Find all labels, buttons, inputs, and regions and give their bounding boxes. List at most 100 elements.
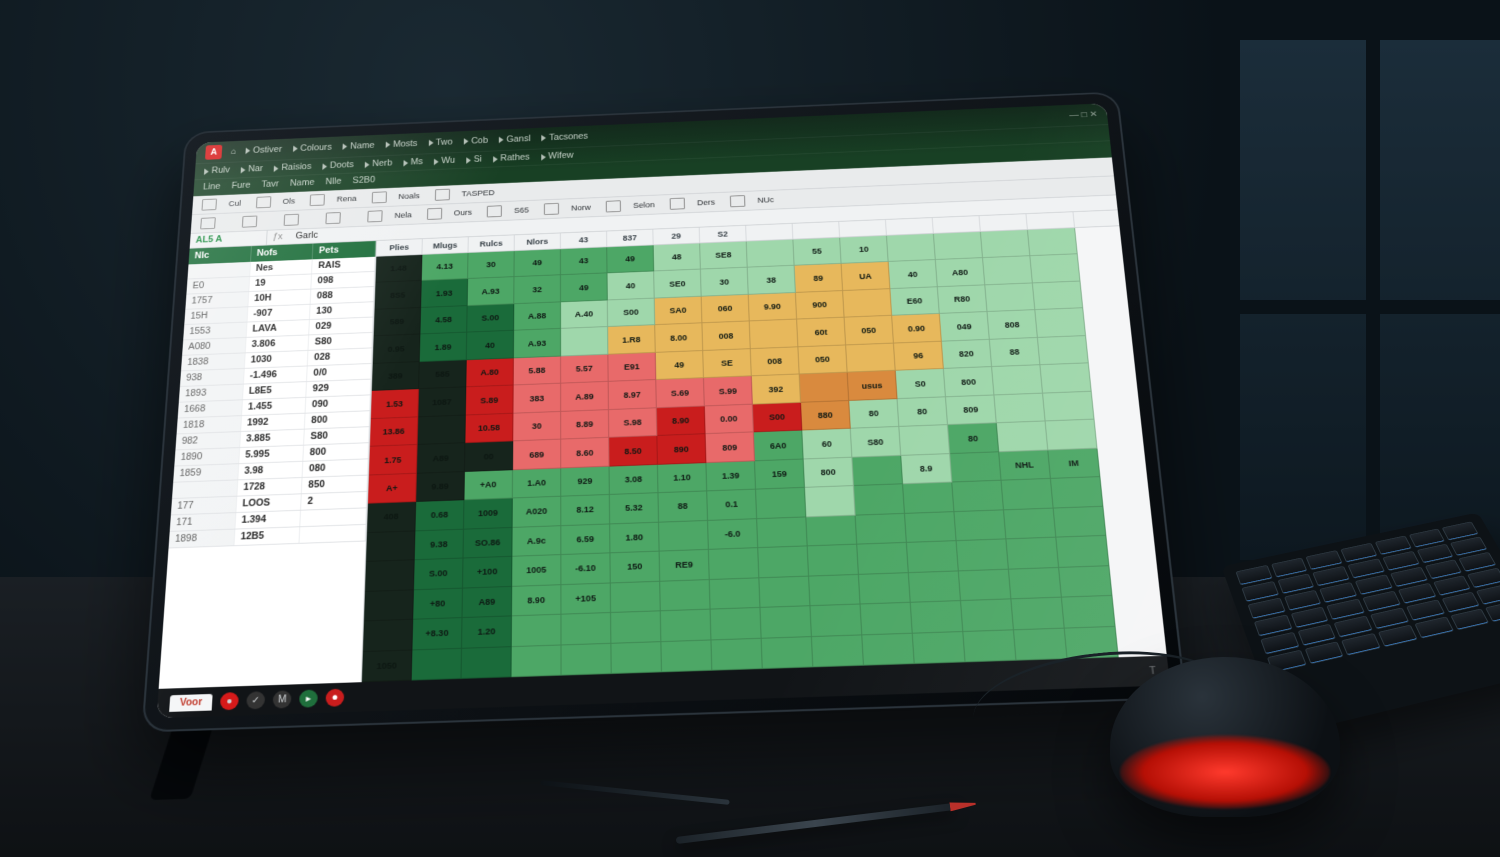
heatmap-cell[interactable]: 929 (561, 466, 610, 496)
column-header[interactable] (980, 214, 1028, 231)
heatmap-cell[interactable]: R80 (938, 285, 988, 314)
heatmap-cell[interactable] (1056, 536, 1109, 568)
column-header[interactable]: S2 (700, 226, 747, 243)
cell[interactable]: 098 (312, 272, 375, 289)
heatmap-cell[interactable] (994, 393, 1045, 423)
heatmap-cell[interactable]: 800 (804, 457, 854, 488)
heatmap-cell[interactable] (659, 521, 709, 552)
cell[interactable] (300, 525, 366, 543)
heatmap-cell[interactable]: 1.75 (369, 445, 418, 475)
menu-item[interactable]: Nar (241, 164, 264, 174)
heatmap-cell[interactable] (1040, 364, 1091, 394)
heatmap-cell[interactable] (983, 256, 1033, 285)
heatmap-cell[interactable]: 8.97 (609, 380, 657, 410)
heatmap-cell[interactable]: 585 (419, 360, 467, 389)
cell[interactable]: 1859 (173, 464, 239, 482)
heatmap-cell[interactable] (805, 486, 856, 517)
cell[interactable]: 1898 (169, 530, 235, 548)
menu-item[interactable]: Mosts (385, 139, 417, 149)
heatmap-grid[interactable]: 1.484.133049434948SE855108S51.93A.933249… (362, 226, 1167, 682)
heatmap-cell[interactable] (959, 569, 1012, 601)
heatmap-cell[interactable] (365, 560, 415, 591)
menu-item[interactable]: Wifew (541, 151, 574, 161)
status-icon[interactable]: M (273, 690, 292, 708)
heatmap-cell[interactable]: 13.86 (370, 417, 418, 447)
ribbon-button[interactable] (487, 205, 502, 217)
cell[interactable]: 1757 (185, 292, 249, 309)
heatmap-cell[interactable]: +80 (413, 588, 463, 620)
heatmap-cell[interactable]: 8.00 (655, 324, 703, 353)
heatmap-cell[interactable]: 5.57 (561, 355, 609, 384)
menu-item[interactable]: Ostiver (245, 145, 282, 155)
heatmap-cell[interactable] (660, 580, 710, 612)
menu-item[interactable]: Nerb (365, 159, 393, 169)
heatmap-cell[interactable] (961, 599, 1014, 631)
cell[interactable]: 130 (310, 302, 374, 319)
heatmap-cell[interactable]: 30 (468, 251, 515, 279)
ribbon-button[interactable] (200, 217, 216, 229)
heatmap-cell[interactable] (661, 640, 712, 672)
cell[interactable]: 800 (304, 443, 369, 461)
heatmap-cell[interactable] (1059, 566, 1112, 598)
heatmap-cell[interactable] (997, 422, 1048, 452)
heatmap-cell[interactable]: A.80 (466, 358, 514, 387)
heatmap-cell[interactable] (1028, 228, 1078, 256)
heatmap-cell[interactable]: 0.1 (707, 490, 757, 521)
heatmap-cell[interactable] (512, 615, 562, 647)
heatmap-cell[interactable] (364, 590, 414, 622)
column-header[interactable] (1026, 212, 1075, 229)
column-header[interactable] (886, 218, 934, 235)
ribbon-button[interactable] (284, 214, 299, 226)
heatmap-cell[interactable]: SE8 (700, 242, 748, 270)
heatmap-cell[interactable]: 1050 (362, 650, 413, 682)
heatmap-cell[interactable]: 6.59 (561, 524, 610, 555)
heatmap-cell[interactable]: 820 (942, 340, 992, 370)
menu-item[interactable]: Raisios (274, 162, 312, 172)
heatmap-cell[interactable] (561, 613, 611, 645)
ribbon-button[interactable] (544, 203, 559, 215)
heatmap-cell[interactable] (756, 488, 806, 519)
ribbon-button[interactable] (325, 212, 340, 224)
heatmap-cell[interactable] (418, 415, 466, 445)
cell[interactable]: 15H (184, 307, 248, 324)
ribbon-button[interactable] (371, 191, 386, 203)
heatmap-cell[interactable] (1014, 628, 1068, 660)
sheet-tab[interactable]: Voor (169, 693, 213, 711)
heatmap-cell[interactable]: 890 (657, 434, 706, 464)
heatmap-cell[interactable]: 408 (367, 502, 416, 533)
heatmap-cell[interactable]: UA (842, 262, 891, 291)
heatmap-cell[interactable] (412, 648, 462, 680)
home-icon[interactable]: ⌂ (231, 147, 237, 156)
heatmap-cell[interactable]: 1.20 (462, 616, 512, 648)
heatmap-cell[interactable]: 159 (755, 459, 805, 490)
cell[interactable]: LAVA (246, 320, 310, 337)
heatmap-cell[interactable]: RE9 (660, 550, 710, 581)
heatmap-cell[interactable]: 48 (654, 243, 701, 271)
heatmap-cell[interactable] (954, 510, 1006, 541)
heatmap-cell[interactable]: A.88 (514, 302, 561, 331)
heatmap-cell[interactable]: A89 (417, 443, 465, 473)
heatmap-cell[interactable]: 1.89 (420, 333, 467, 362)
column-header[interactable]: 43 (561, 231, 607, 248)
heatmap-cell[interactable] (747, 240, 795, 268)
heatmap-cell[interactable]: 5.88 (514, 356, 561, 385)
heatmap-cell[interactable]: 1.A0 (513, 468, 561, 498)
cell[interactable]: L8E5 (243, 382, 308, 399)
heatmap-cell[interactable]: A89 (463, 586, 513, 618)
heatmap-cell[interactable] (992, 365, 1043, 395)
heatmap-cell[interactable]: 809 (946, 395, 997, 425)
cell[interactable]: 0/0 (307, 364, 371, 381)
heatmap-cell[interactable] (950, 452, 1001, 483)
heatmap-cell[interactable] (1035, 308, 1086, 337)
cell[interactable]: -907 (247, 305, 311, 322)
heatmap-cell[interactable]: 8S5 (375, 281, 422, 309)
heatmap-cell[interactable]: E91 (608, 353, 656, 382)
heatmap-cell[interactable]: 0.00 (705, 404, 754, 434)
heatmap-cell[interactable] (852, 456, 903, 487)
heatmap-cell[interactable]: S.00 (414, 559, 464, 590)
heatmap-cell[interactable] (511, 645, 561, 677)
heatmap-cell[interactable] (762, 637, 814, 669)
ribbon-button[interactable] (434, 189, 449, 201)
heatmap-cell[interactable] (856, 514, 907, 545)
heatmap-cell[interactable]: +100 (463, 557, 512, 588)
